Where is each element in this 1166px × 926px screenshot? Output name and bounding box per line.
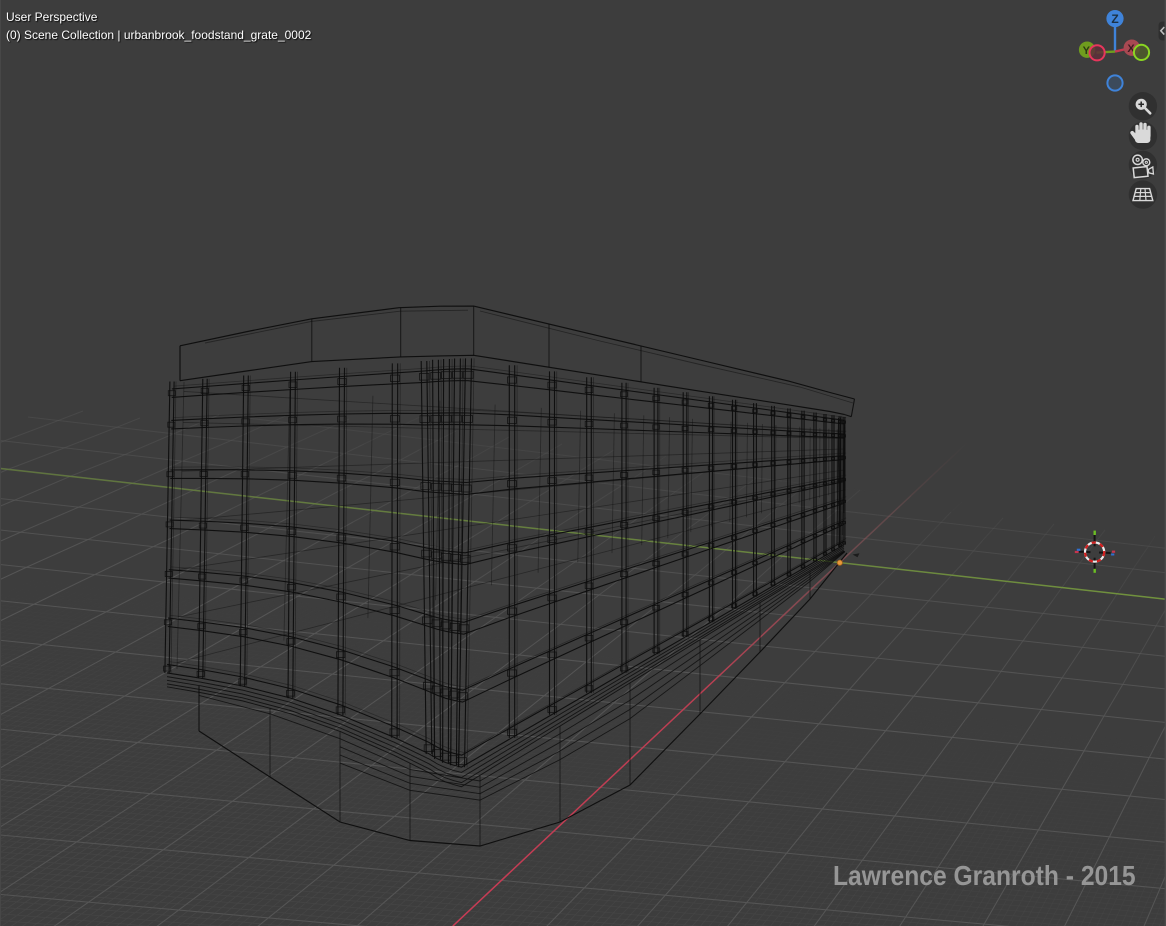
svg-text:Z: Z <box>1111 12 1118 26</box>
